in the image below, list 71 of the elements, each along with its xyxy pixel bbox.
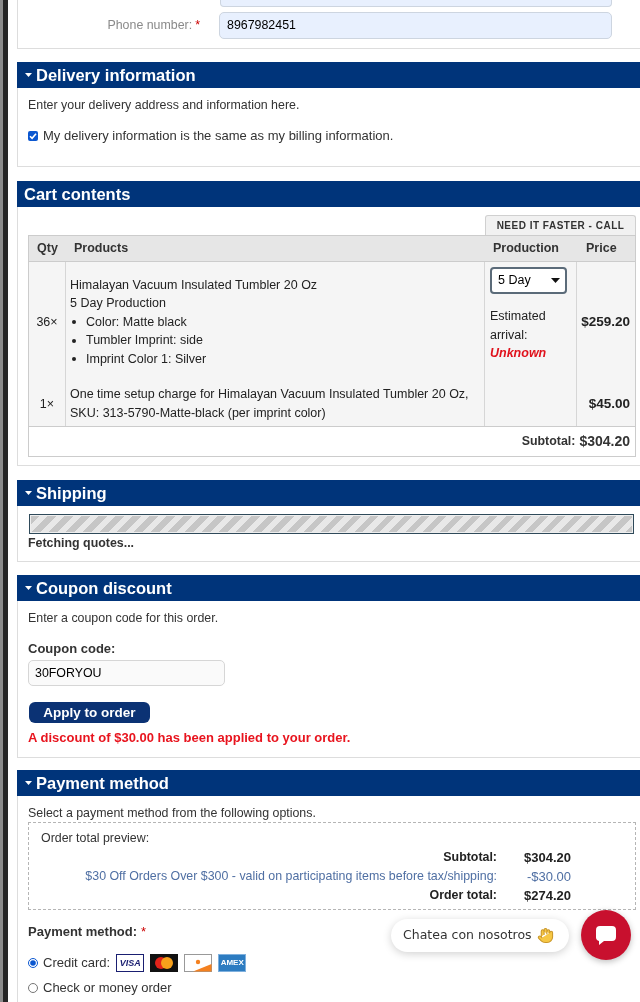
column-header: Products xyxy=(73,240,130,258)
card-circles-icon xyxy=(150,954,179,972)
summary-value: $274.20 xyxy=(523,886,571,905)
radio-button[interactable] xyxy=(28,958,38,968)
price: $45.00 xyxy=(588,394,630,413)
preview-title: Order total preview: xyxy=(41,831,151,846)
summary-label: Order total: xyxy=(428,887,497,905)
section-header[interactable]: Payment method xyxy=(17,770,640,796)
checkbox[interactable] xyxy=(28,131,38,141)
summary-value: -$30.00 xyxy=(525,867,571,886)
product-option: Tumbler Imprint: side xyxy=(86,331,203,350)
required-mark: * xyxy=(141,923,147,942)
summary-label: $30 Off Orders Over $300 - valid on participating items before tax/shipping: xyxy=(84,868,497,886)
summary-value: $304.20 xyxy=(523,848,571,867)
section-title: Cart contents xyxy=(24,184,131,204)
section-intro: Select a payment method from the following options. xyxy=(28,806,317,821)
section-title: Delivery information xyxy=(36,65,196,85)
arrival-label: Estimated arrival: xyxy=(490,308,547,344)
product-option: Color: Matte black xyxy=(86,312,187,332)
column-header: Qty xyxy=(36,240,59,258)
bullet-icon xyxy=(72,320,76,324)
input-field[interactable] xyxy=(220,0,612,7)
checkbox-label: My delivery information is the same as my billing information. xyxy=(43,128,394,144)
radio-label: Check or money order xyxy=(43,979,172,998)
discount-message: A discount of $30.00 has been applied to your order. xyxy=(28,730,352,746)
product-option: Imprint Color 1: Silver xyxy=(86,349,207,369)
caret-icon xyxy=(25,73,32,77)
caret-icon xyxy=(25,586,32,590)
field-label: Phone number: xyxy=(107,17,193,35)
card-logo: VISA xyxy=(116,954,145,972)
caret-icon xyxy=(25,491,32,495)
column-header: Price xyxy=(585,240,618,258)
radio-label: Credit card: xyxy=(43,954,111,973)
section-title: Shipping xyxy=(36,483,107,503)
bullet-icon xyxy=(72,338,76,343)
arrival-value: Unknown xyxy=(490,345,548,363)
phone-input[interactable]: 8967982451 xyxy=(219,12,612,39)
production-select[interactable]: 5 Day xyxy=(490,267,567,294)
product-name: Himalayan Vacuum Insulated Tumbler 20 Oz xyxy=(70,276,319,294)
required-mark: * xyxy=(195,17,200,35)
field-label: Payment method: xyxy=(28,923,138,942)
apply-button[interactable]: Apply to order xyxy=(29,702,150,723)
radio-button[interactable] xyxy=(28,983,38,993)
card-stripe-icon xyxy=(184,954,213,972)
waving-hand-icon xyxy=(536,927,554,944)
section-intro: Enter your delivery address and information here. xyxy=(28,98,301,113)
section-header[interactable]: Shipping xyxy=(17,480,640,506)
status-text: Fetching quotes... xyxy=(28,536,135,551)
chat-icon xyxy=(596,925,616,945)
quantity: 36× xyxy=(36,313,58,331)
column-header: Production xyxy=(492,240,560,258)
caret-icon xyxy=(25,781,32,785)
coupon-input[interactable]: 30FORYOU xyxy=(28,660,225,686)
subtotal-label: Subtotal: xyxy=(521,433,576,451)
section-intro: Enter a coupon code for this order. xyxy=(28,611,220,626)
dropdown-caret-icon xyxy=(551,278,560,283)
product-note: 5 Day Production xyxy=(70,295,167,313)
bullet-icon xyxy=(72,357,76,362)
card-logo: AMEX xyxy=(218,954,247,972)
section-title: Coupon discount xyxy=(36,578,172,598)
section-title: Payment method xyxy=(36,773,169,793)
section-header[interactable]: Coupon discount xyxy=(17,575,640,601)
rush-notice: NEED IT FASTER - CALL xyxy=(485,215,636,235)
product-name: One time setup charge for Himalayan Vacuum Insulated Tumbler 20 Oz, SKU: 313-5790-Matte-black (per imprint color) xyxy=(70,386,470,422)
price: $259.20 xyxy=(581,312,630,331)
quantity: 1× xyxy=(39,395,55,413)
section-header[interactable]: Delivery information xyxy=(17,62,640,88)
field-label: Coupon code: xyxy=(28,641,117,657)
summary-label: Subtotal: xyxy=(442,849,497,867)
subtotal-value: $304.20 xyxy=(579,432,630,451)
chat-invite-button[interactable]: Chatea con nosotros xyxy=(391,919,569,952)
